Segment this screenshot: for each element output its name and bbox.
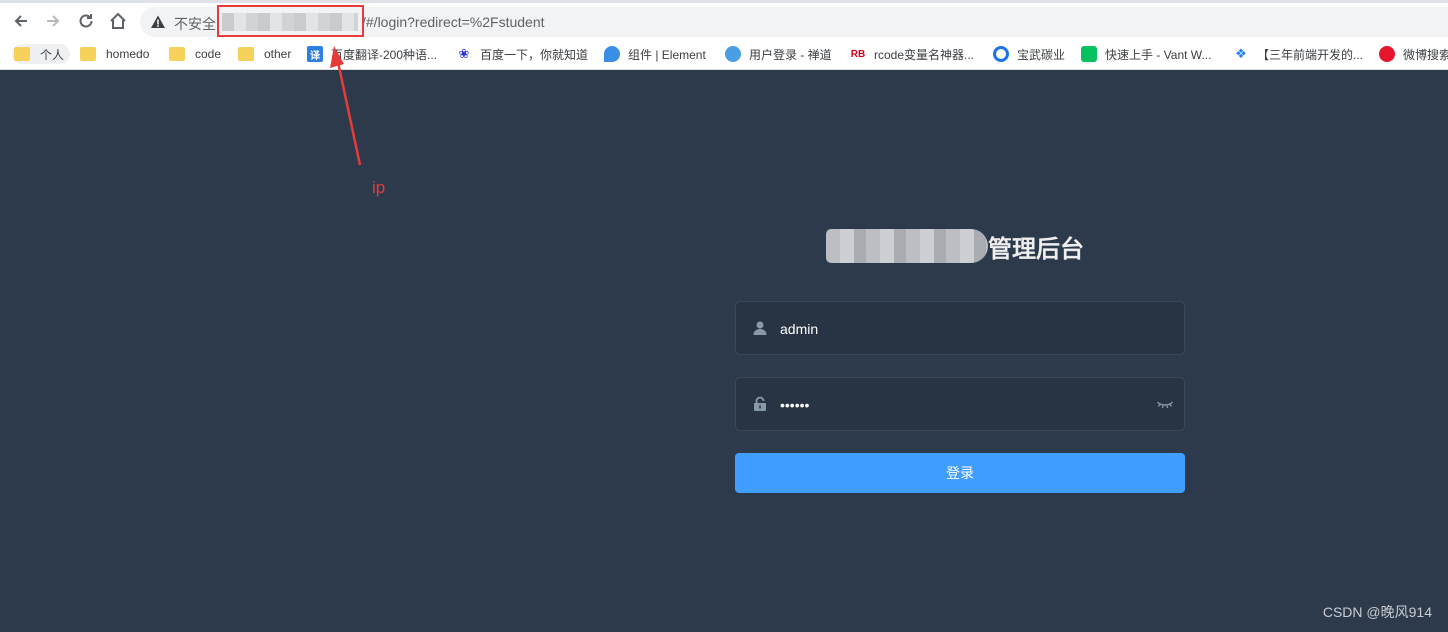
folder-icon [238, 47, 254, 61]
bookmark-juejin[interactable]: ❖ 【三年前端开发的... [1233, 44, 1363, 64]
bookmark-element[interactable]: 组件 | Element [604, 44, 706, 64]
url-path: /#/login?redirect=%2Fstudent [362, 14, 545, 30]
watermark: CSDN @晚风914 [1322, 604, 1432, 620]
back-arrow-icon [14, 15, 27, 27]
bookmark-label: 个人 [40, 47, 65, 62]
chandao-icon [725, 46, 741, 62]
home-icon [110, 12, 126, 29]
page-title: 管理后台 [826, 228, 1084, 264]
bookmark-label: 宝武碳业 [1017, 47, 1066, 62]
weibo-icon [1379, 46, 1395, 62]
bookmark-label: homedo [106, 47, 150, 61]
bookmark-rcode[interactable]: RB rcode变量名神器... [850, 44, 974, 64]
folder-icon [169, 47, 185, 61]
bookmark-baidu[interactable]: ❀ 百度一下，你就知道 [456, 44, 588, 64]
title-text: 管理后台 [988, 235, 1084, 263]
lock-icon [754, 396, 766, 411]
insecure-label: 不安全 [174, 16, 216, 32]
bookmark-chandao[interactable]: 用户登录 - 禅道 [725, 44, 832, 64]
juejin-icon: ❖ [1235, 46, 1247, 61]
back-button[interactable] [8, 8, 34, 34]
forward-arrow-icon [47, 15, 60, 27]
bookmark-label: 用户登录 - 禅道 [749, 47, 832, 62]
baowu-icon [993, 46, 1009, 62]
bookmark-label: 快速上手 - Vant W... [1105, 47, 1212, 62]
bookmark-label: 微博搜索 [1403, 47, 1448, 62]
bookmark-folder-other[interactable]: other [236, 44, 291, 64]
blurred-title-prefix [826, 229, 988, 263]
forward-button[interactable] [40, 8, 66, 34]
annotation-arrow [330, 46, 362, 166]
bookmark-weibo[interactable]: 微博搜索 [1379, 44, 1448, 64]
bookmark-label: rcode变量名神器... [874, 47, 975, 62]
bookmark-folder-code[interactable]: code [167, 44, 221, 64]
bookmark-label: other [264, 47, 292, 61]
user-icon [753, 321, 767, 335]
password-input[interactable] [780, 388, 1160, 422]
bookmark-baowu[interactable]: 宝武碳业 [993, 44, 1065, 64]
element-icon [604, 46, 620, 62]
bookmarks-bar: 个人 homedo code other 译 百度翻译-200种语... ❀ 百… [0, 38, 1448, 70]
url-highlight-box [217, 5, 364, 37]
reload-button[interactable] [73, 8, 99, 34]
username-input[interactable] [780, 312, 1160, 346]
bookmark-vant[interactable]: 快速上手 - Vant W... [1081, 44, 1211, 64]
home-button[interactable] [105, 8, 131, 34]
bookmark-label: 【三年前端开发的... [1257, 47, 1364, 62]
reload-icon [79, 14, 93, 28]
warning-icon [151, 15, 165, 28]
folder-icon [80, 47, 96, 61]
bookmark-label: code [195, 47, 222, 61]
username-field [735, 301, 1185, 355]
rb-icon: RB [850, 48, 866, 60]
annotation-label: ip [372, 178, 386, 197]
eye-closed-icon[interactable] [1156, 396, 1174, 412]
login-button[interactable]: 登录 [735, 453, 1185, 493]
bookmark-label: 百度一下，你就知道 [480, 47, 589, 62]
password-field [735, 377, 1185, 431]
baidu-icon: ❀ [458, 46, 470, 61]
bookmark-folder-homedo[interactable]: homedo [78, 44, 149, 64]
vant-icon [1081, 46, 1097, 62]
bookmark-folder-personal[interactable]: 个人 [12, 44, 71, 64]
folder-icon [14, 47, 30, 61]
bookmark-label: 组件 | Element [628, 47, 706, 62]
